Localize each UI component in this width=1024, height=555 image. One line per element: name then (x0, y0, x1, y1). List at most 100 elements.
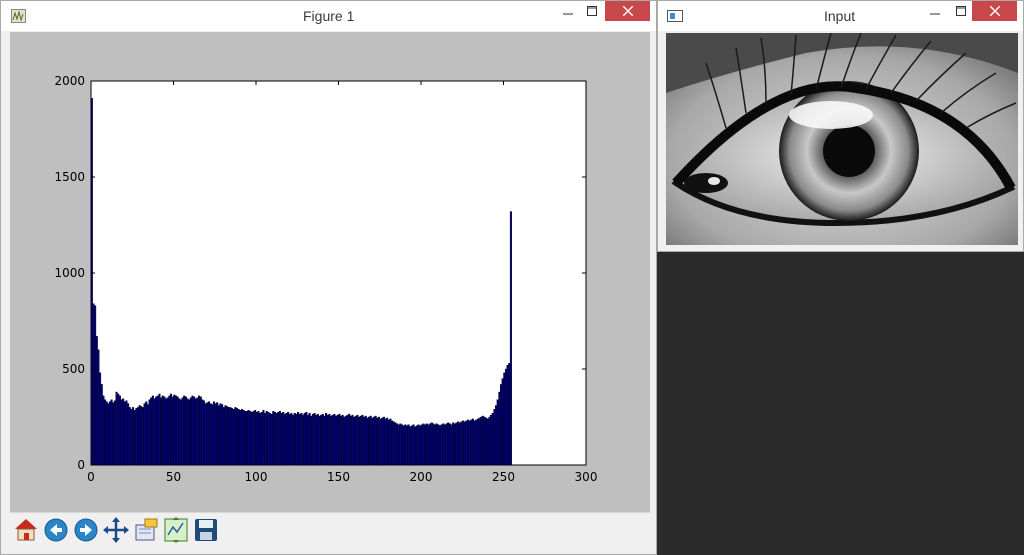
figure-canvas[interactable]: 0 50 100 150 200 250 300 0 500 1000 1500 2000 (10, 32, 650, 512)
histogram-bar (310, 415, 313, 466)
histogram-bar (399, 423, 402, 466)
zoom-rect-icon[interactable] (132, 516, 160, 544)
histogram-bar (417, 424, 420, 466)
histogram-bar (166, 397, 169, 466)
histogram-bar (193, 396, 196, 466)
y-tick-label: 2000 (54, 74, 85, 88)
histogram-bar (359, 415, 362, 466)
histogram-bar (283, 413, 286, 466)
histogram-bar (339, 415, 342, 466)
histogram-bar (366, 417, 369, 466)
histogram-bar (115, 391, 118, 466)
histogram-bar (155, 396, 158, 466)
histogram-bar (127, 403, 130, 466)
histogram-bar (97, 349, 100, 466)
histogram-bar (235, 408, 239, 466)
input-titlebar[interactable]: Input (658, 1, 1023, 31)
histogram-bar (189, 397, 192, 466)
histogram-bar (231, 408, 234, 466)
histogram-bar (420, 424, 423, 466)
histogram-bar (247, 410, 250, 466)
histogram-bar (372, 416, 375, 466)
back-arrow-icon[interactable] (42, 516, 70, 544)
histogram-bar (145, 401, 148, 466)
histogram-bar (239, 410, 242, 466)
histogram-bar (371, 417, 374, 466)
histogram-bar (321, 413, 324, 466)
matplotlib-figure-icon (11, 9, 26, 23)
histogram-bar (143, 403, 146, 466)
histogram-bar (364, 415, 367, 466)
histogram-bar (141, 407, 144, 466)
histogram-bar (404, 424, 407, 466)
histogram-bar (277, 412, 280, 466)
histogram-bar (120, 399, 123, 466)
histogram-bar (442, 423, 445, 466)
histogram-bar (369, 415, 372, 466)
histogram-bar (325, 412, 328, 466)
histogram-bar (435, 423, 438, 466)
histogram-bar (240, 409, 243, 466)
histogram-bar (496, 399, 499, 466)
y-tick-label: 1500 (54, 170, 85, 184)
histogram-bar (338, 413, 341, 466)
histogram-bar (495, 405, 498, 466)
x-tick-label: 150 (327, 470, 350, 484)
histogram-bar (306, 414, 309, 466)
histogram-bar (358, 416, 361, 466)
histogram-bar (227, 407, 230, 466)
save-floppy-icon[interactable] (192, 516, 220, 544)
histogram-bar (483, 416, 486, 466)
histogram-bar (198, 395, 201, 466)
histogram-bar (363, 416, 366, 466)
histogram-bar (402, 425, 405, 466)
histogram-bar (361, 414, 364, 466)
histogram-bar (132, 407, 135, 466)
histogram-bar (316, 413, 319, 466)
histogram-bar (422, 423, 425, 466)
figure-titlebar[interactable]: Figure 1 (1, 1, 656, 31)
histogram-bar (184, 396, 187, 466)
close-button[interactable] (605, 1, 650, 21)
histogram-bar (105, 401, 108, 466)
histogram-bar (265, 411, 268, 466)
pan-move-icon[interactable] (102, 516, 130, 544)
histogram-bar (226, 406, 229, 466)
histogram-bar (389, 418, 392, 466)
subplots-config-icon[interactable] (162, 516, 190, 544)
histogram-bar (178, 398, 181, 466)
histogram-bar (447, 422, 450, 466)
histogram-bar (252, 411, 255, 466)
histogram-bar (95, 336, 98, 466)
home-icon[interactable] (12, 516, 40, 544)
histogram-bar (437, 424, 440, 466)
input-title: Input (824, 8, 856, 24)
histogram-bar (204, 403, 207, 466)
forward-arrow-icon[interactable] (72, 516, 100, 544)
histogram-bar (237, 409, 240, 466)
histogram-bar (333, 413, 336, 466)
histogram-bar (343, 416, 346, 466)
histogram-bar (401, 424, 404, 466)
histogram-bar (460, 421, 463, 466)
histogram-bar (475, 419, 478, 466)
histogram-bar (412, 424, 415, 466)
histogram-bar (125, 400, 128, 466)
histogram-bar (217, 405, 220, 466)
histogram-bar (171, 396, 174, 466)
histogram-bar (254, 410, 257, 466)
histogram-bar (450, 424, 453, 466)
histogram-bar (480, 416, 483, 466)
histogram-bar (397, 424, 400, 466)
histogram-bar (476, 418, 479, 466)
histogram-bar (443, 424, 446, 466)
histogram-bar (509, 211, 512, 466)
histogram-bar (353, 416, 356, 466)
histogram-bar (391, 420, 394, 466)
close-button[interactable] (972, 1, 1017, 21)
histogram-bar (328, 413, 331, 466)
histogram-bar (376, 417, 379, 466)
histogram-bar (488, 416, 491, 466)
histogram-bar (161, 395, 164, 466)
histogram-bar (135, 408, 138, 466)
